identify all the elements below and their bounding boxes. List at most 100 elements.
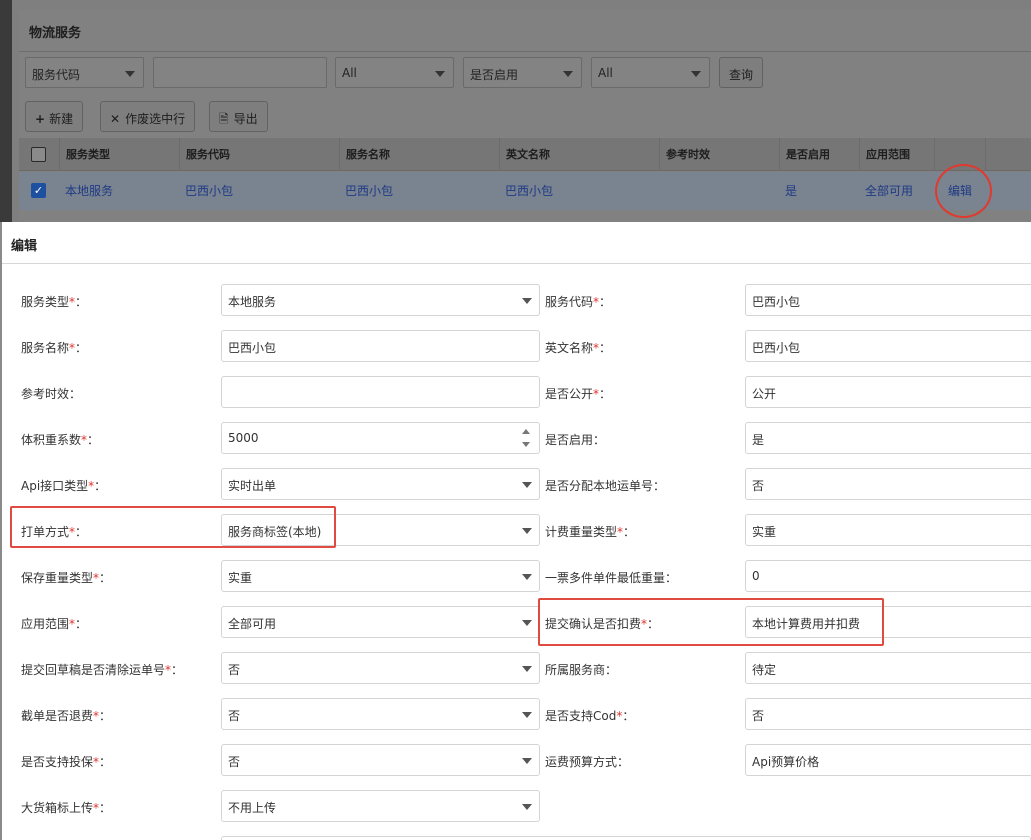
spin-up-icon[interactable] [522, 429, 530, 434]
chevron-down-icon [522, 528, 532, 534]
label-colon: ： [99, 709, 112, 723]
save-weight-type-label: 保存重量类型*： [21, 569, 111, 586]
new-button[interactable]: + 新建 [25, 101, 84, 132]
billing-weight-type-value: 实重 [752, 525, 777, 539]
volume-factor-field[interactable]: 5000 [221, 422, 540, 454]
service-type-select[interactable]: 本地服务 [221, 284, 540, 316]
cutoff-refund-label: 截单是否退费*： [21, 707, 111, 724]
bulk-label-upload-select[interactable]: 不用上传 [221, 790, 540, 822]
row-checkbox[interactable]: ✓ [31, 183, 46, 198]
api-type-select[interactable]: 实时出单 [221, 468, 540, 500]
english-name-label: 英文名称*： [545, 339, 611, 356]
bulk-label-upload-label-text: 大货箱标上传 [21, 801, 94, 815]
enabled-select[interactable]: All [591, 57, 710, 88]
freight-estimate-label: 运费预算方式： [545, 753, 629, 770]
new-button-label: 新建 [49, 112, 74, 126]
is-enabled-label-text: 是否启用 [545, 433, 594, 447]
ref-time-label: 参考时效： [21, 385, 81, 402]
enabled-label-value: 是否启用 [470, 68, 519, 82]
field-select[interactable]: 服务代码 [25, 57, 144, 88]
is-public-field[interactable]: 公开 [745, 376, 1031, 408]
is-enabled-label: 是否启用： [545, 431, 605, 448]
service-type-label: 服务类型*： [21, 293, 87, 310]
bulk-label-upload-value: 不用上传 [228, 801, 277, 815]
header-service-type: 服务类型 [59, 138, 173, 171]
chevron-down-icon [522, 482, 532, 488]
file-export-icon: 🗎 [219, 112, 229, 126]
header-service-code: 服务代码 [179, 138, 333, 171]
service-name-value: 巴西小包 [228, 341, 277, 355]
label-colon: ： [75, 617, 88, 631]
cell-service-code: 巴西小包 [185, 184, 234, 198]
cutoff-refund-select[interactable]: 否 [221, 698, 540, 730]
label-colon: ： [617, 755, 630, 769]
insurance-support-label: 是否支持投保*： [21, 753, 111, 770]
service-code-label: 服务代码*： [545, 293, 611, 310]
header-scope: 应用范围 [859, 138, 933, 171]
next-field-partial[interactable] [221, 836, 1031, 840]
save-weight-type-label-text: 保存重量类型 [21, 571, 94, 585]
assign-local-number-label-text: 是否分配本地运单号 [545, 479, 654, 493]
void-selected-button[interactable]: ✕ 作废选中行 [100, 101, 196, 132]
scope-select[interactable]: 全部可用 [221, 606, 540, 638]
export-button-label: 导出 [233, 112, 258, 126]
chevron-down-icon [125, 71, 135, 77]
chevron-down-icon [522, 804, 532, 810]
is-enabled-field[interactable]: 是 [745, 422, 1031, 454]
chevron-down-icon [563, 71, 573, 77]
query-button[interactable]: 查询 [719, 57, 764, 88]
freight-estimate-value: Api预算价格 [752, 755, 820, 769]
chevron-down-icon [691, 71, 701, 77]
edit-modal: 编辑 服务类型*： 本地服务 服务代码*： 巴西小包 服务名称*： 巴西小包 英文名称*：巴… [2, 222, 1031, 840]
status-select[interactable]: All [335, 57, 454, 88]
enabled-label-select[interactable]: 是否启用 [463, 57, 582, 88]
header-service-name: 服务名称 [339, 138, 493, 171]
draft-clear-number-select[interactable]: 否 [221, 652, 540, 684]
is-public-value: 公开 [752, 387, 777, 401]
draft-clear-number-value: 否 [228, 663, 241, 677]
save-weight-type-value: 实重 [228, 571, 253, 585]
chevron-down-icon [522, 666, 532, 672]
billing-weight-type-field[interactable]: 实重 [745, 514, 1031, 546]
cod-support-field[interactable]: 否 [745, 698, 1031, 730]
service-code-field[interactable]: 巴西小包 [745, 284, 1031, 316]
export-button[interactable]: 🗎 导出 [209, 101, 268, 132]
panel-title: 物流服务 [29, 26, 82, 41]
provider-field[interactable]: 待定 [745, 652, 1031, 684]
header-english-name: 英文名称 [499, 138, 653, 171]
select-all-checkbox[interactable] [31, 147, 46, 162]
header-enabled: 是否启用 [779, 138, 853, 171]
assign-local-number-label: 是否分配本地运单号： [545, 477, 665, 494]
close-icon: ✕ [110, 112, 121, 126]
label-colon: ： [599, 295, 612, 309]
label-colon: ： [605, 663, 618, 677]
provider-label: 所属服务商： [545, 661, 617, 678]
scope-label-text: 应用范围 [21, 617, 70, 631]
label-colon: ： [99, 755, 112, 769]
cod-support-label-text: 是否支持Cod [545, 709, 617, 723]
is-public-label-text: 是否公开 [545, 387, 594, 401]
label-colon: ： [599, 341, 612, 355]
cutoff-refund-value: 否 [228, 709, 241, 723]
english-name-label-text: 英文名称 [545, 341, 594, 355]
save-weight-type-select[interactable]: 实重 [221, 560, 540, 592]
label-colon: ： [593, 433, 606, 447]
spin-down-icon[interactable] [522, 442, 530, 447]
english-name-field[interactable]: 巴西小包 [745, 330, 1031, 362]
insurance-support-select[interactable]: 否 [221, 744, 540, 776]
label-colon: ： [99, 801, 112, 815]
service-name-field[interactable]: 巴西小包 [221, 330, 540, 362]
status-select-value: All [342, 66, 357, 80]
scope-label: 应用范围*： [21, 615, 87, 632]
min-piece-weight-field[interactable]: 0 [745, 560, 1031, 592]
ref-time-field[interactable] [221, 376, 540, 408]
api-type-value: 实时出单 [228, 479, 277, 493]
search-input[interactable] [153, 57, 327, 88]
service-type-label-text: 服务类型 [21, 295, 70, 309]
api-type-label: Api接口类型*： [21, 477, 106, 494]
table-row[interactable]: ✓ 本地服务 巴西小包 巴西小包 巴西小包 是 全部可用 编辑 [19, 172, 1031, 210]
freight-estimate-field[interactable]: Api预算价格 [745, 744, 1031, 776]
number-spinner-icon[interactable] [522, 429, 532, 447]
assign-local-number-field[interactable]: 否 [745, 468, 1031, 500]
api-type-label-text: Api接口类型 [21, 479, 89, 493]
